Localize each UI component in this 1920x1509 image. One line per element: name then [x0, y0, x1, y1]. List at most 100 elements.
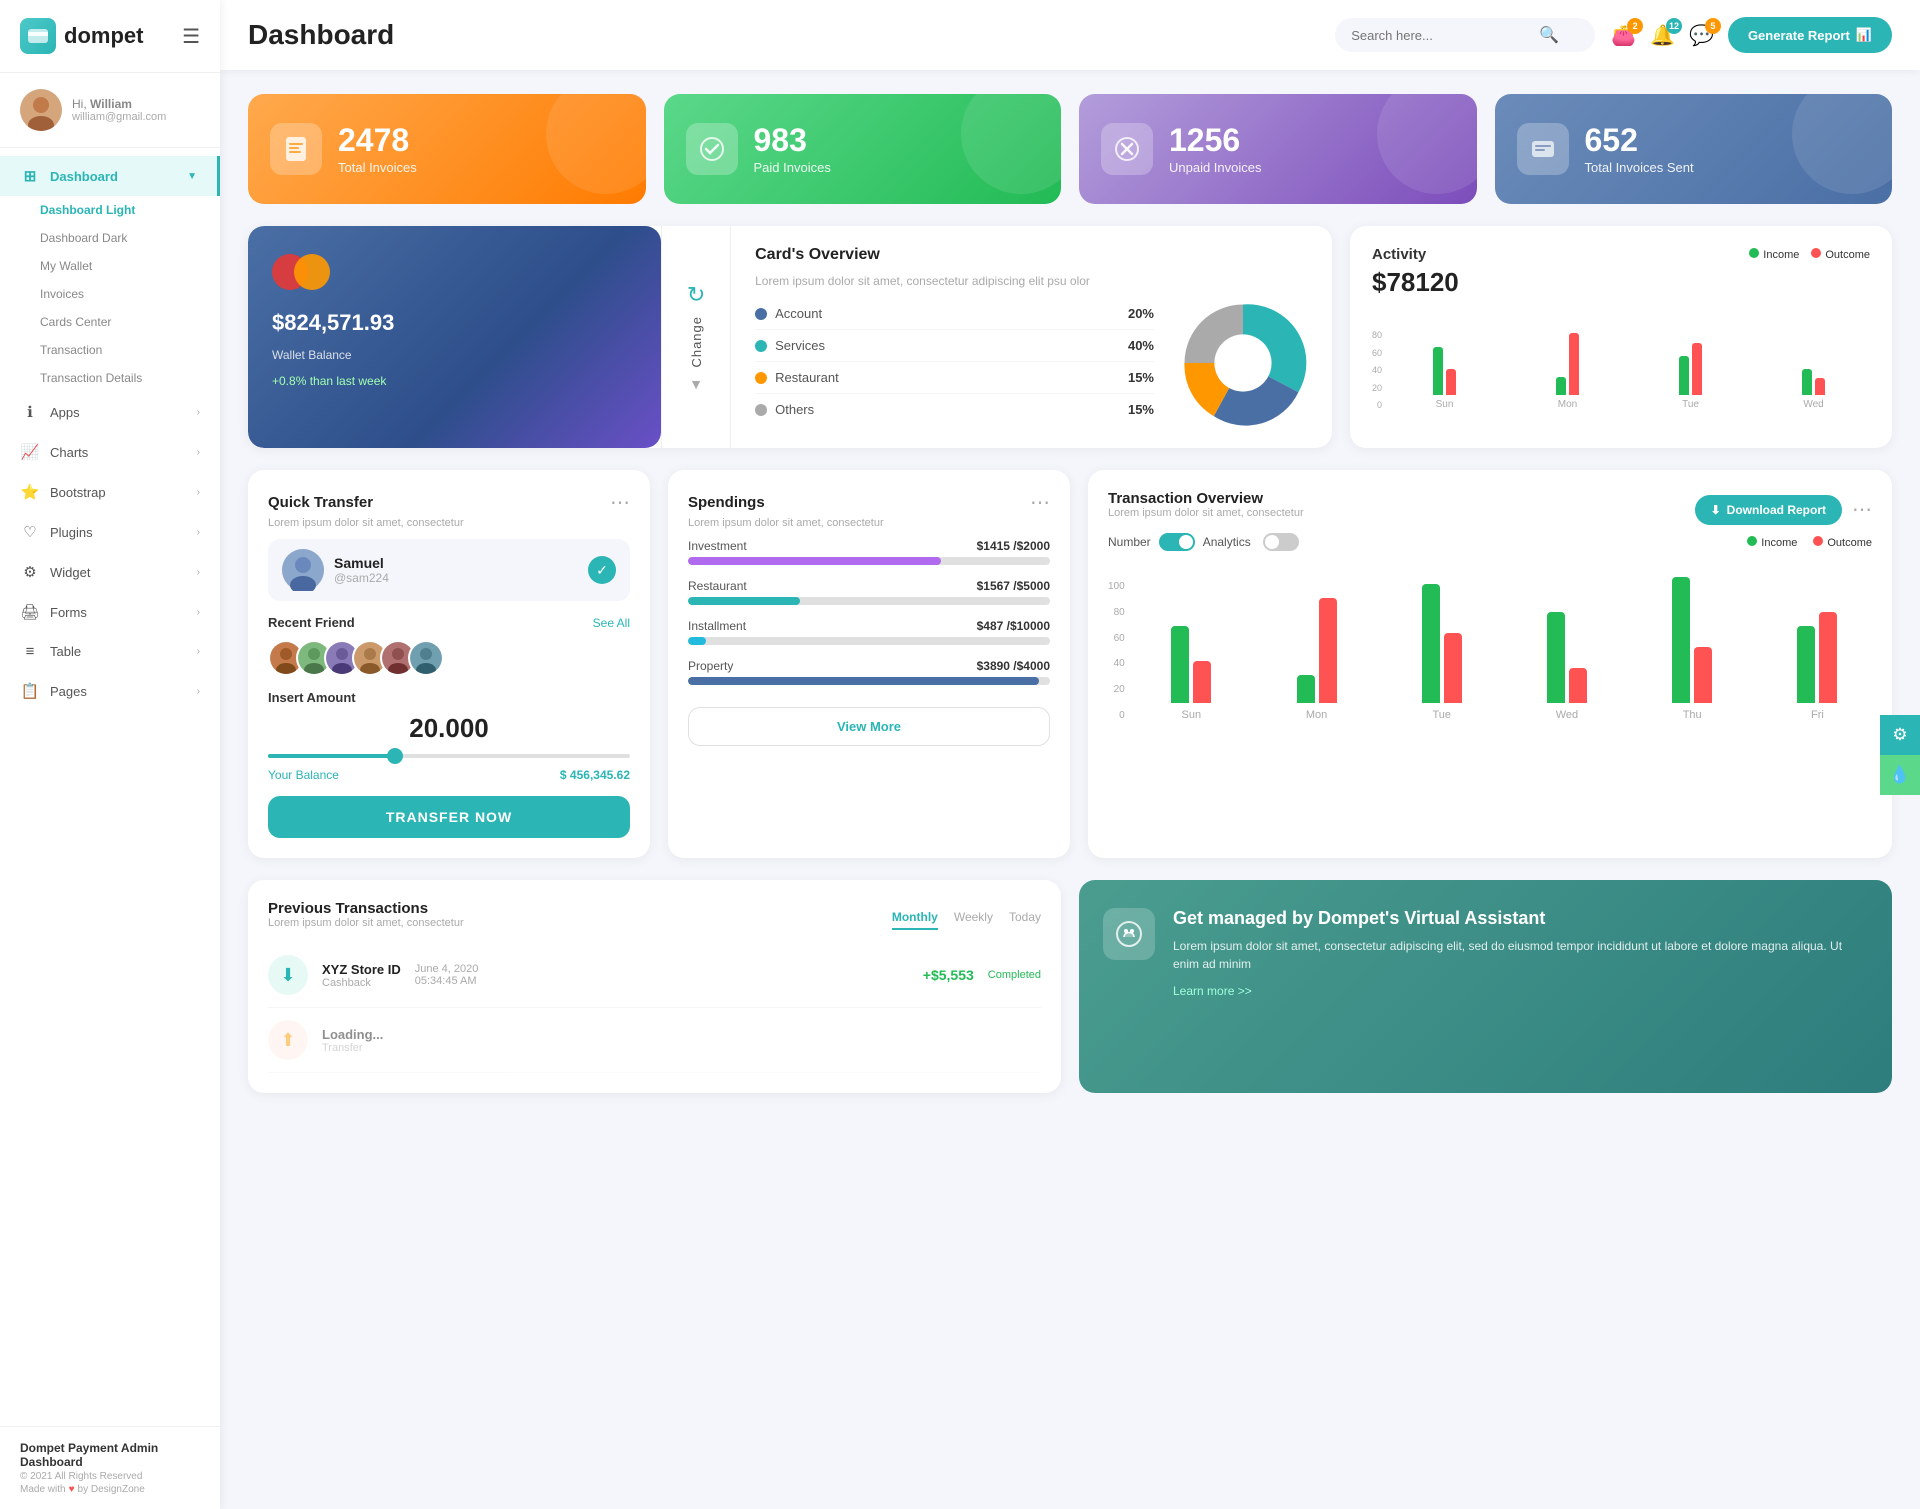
tab-monthly[interactable]: Monthly	[892, 910, 938, 930]
stat-card-paid-invoices: 983 Paid Invoices	[664, 94, 1062, 204]
bar-label: Mon	[1306, 709, 1327, 721]
number-toggle[interactable]	[1159, 533, 1195, 551]
balance-amount: $ 456,345.62	[560, 768, 630, 782]
prev-tx-title-area: Previous Transactions Lorem ipsum dolor …	[268, 900, 464, 939]
sidebar-item-table[interactable]: ≡ Table ›	[0, 632, 220, 671]
bar-label: Tue	[1682, 399, 1699, 410]
view-more-button[interactable]: View More	[688, 707, 1050, 746]
activity-bar-chart: 806040200 Sun	[1372, 310, 1870, 410]
table-icon: ≡	[20, 643, 40, 660]
search-input[interactable]	[1351, 28, 1531, 43]
dots-menu-icon[interactable]: ⋯	[610, 490, 630, 515]
spending-row: Investment $1415 /$2000	[688, 539, 1050, 553]
charts-icon: 📈	[20, 443, 40, 461]
hamburger-icon[interactable]: ☰	[182, 24, 200, 49]
bar-outcome	[1569, 668, 1587, 703]
dots-menu-icon[interactable]: ⋯	[1030, 490, 1050, 515]
sidebar-item-cards-center[interactable]: Cards Center	[40, 308, 220, 336]
transfer-now-button[interactable]: TRANSFER NOW	[268, 796, 630, 838]
spend-fill	[688, 637, 706, 645]
tx-legend: Income Outcome	[1747, 536, 1872, 549]
stat-card-info: 983 Paid Invoices	[754, 124, 831, 175]
total-invoices-icon	[270, 123, 322, 175]
sidebar-item-label: Forms	[50, 605, 187, 620]
spendings-desc: Lorem ipsum dolor sit amet, consectetur	[688, 517, 1050, 529]
tx-name: XYZ Store ID	[322, 962, 401, 977]
stat-card-total-invoices: 2478 Total Invoices	[248, 94, 646, 204]
bar-group-sun: Sun	[1137, 573, 1246, 721]
change-button[interactable]: ↻ Change ▼	[661, 226, 731, 448]
search-box[interactable]: 🔍	[1335, 18, 1595, 52]
sidebar-item-charts[interactable]: 📈 Charts ›	[0, 432, 220, 472]
sidebar-item-transaction[interactable]: Transaction	[40, 336, 220, 364]
download-icon: ⬇	[1711, 503, 1721, 517]
sidebar-item-invoices[interactable]: Invoices	[40, 280, 220, 308]
sidebar-item-label: Table	[50, 644, 187, 659]
sidebar-item-label: Apps	[50, 405, 187, 420]
sidebar-item-bootstrap[interactable]: ⭐ Bootstrap ›	[0, 472, 220, 512]
spending-property: Property $3890 /$4000	[688, 659, 1050, 685]
sidebar-item-label: Dashboard	[50, 169, 177, 184]
analytics-label: Analytics	[1203, 535, 1251, 549]
va-learn-more-link[interactable]: Learn more >>	[1173, 984, 1252, 998]
sidebar-item-my-wallet[interactable]: My Wallet	[40, 252, 220, 280]
main-content: Dashboard 🔍 👛 2 🔔 12 💬 5 Generate Report…	[220, 0, 1920, 1509]
chevron-down-icon: ▼	[689, 376, 703, 392]
sidebar-item-dashboard-dark[interactable]: Dashboard Dark	[40, 224, 220, 252]
income-dot	[1749, 248, 1759, 258]
tab-weekly[interactable]: Weekly	[954, 910, 993, 930]
sidebar-item-apps[interactable]: ℹ Apps ›	[0, 392, 220, 432]
chat-notification[interactable]: 💬 5	[1689, 23, 1714, 48]
recent-friend-section: Recent Friend See All	[268, 615, 630, 630]
see-all-link[interactable]: See All	[593, 616, 630, 630]
theme-toolbar-button[interactable]: 💧	[1880, 755, 1920, 795]
bar-group-mon: Mon	[1511, 325, 1624, 410]
chevron-right-icon: ›	[197, 567, 200, 578]
spending-restaurant: Restaurant $1567 /$5000	[688, 579, 1050, 605]
sidebar-item-forms[interactable]: 🖨 Forms ›	[0, 592, 220, 632]
spending-row: Restaurant $1567 /$5000	[688, 579, 1050, 593]
sidebar-item-plugins[interactable]: ♡ Plugins ›	[0, 512, 220, 552]
sidebar-logo-area: dompet ☰	[0, 0, 220, 73]
footer-made: Made with ♥ by DesignZone	[20, 1484, 200, 1495]
refresh-icon: ↻	[687, 282, 705, 308]
sidebar-item-transaction-details[interactable]: Transaction Details	[40, 364, 220, 392]
stat-card-info: 1256 Unpaid Invoices	[1169, 124, 1262, 175]
wallet-badge: 2	[1627, 18, 1643, 34]
download-report-button[interactable]: ⬇ Download Report	[1695, 495, 1842, 525]
stat-card-info: 652 Total Invoices Sent	[1585, 124, 1694, 175]
analytics-toggle[interactable]	[1263, 533, 1299, 551]
stat-card-total-sent: 652 Total Invoices Sent	[1495, 94, 1893, 204]
number-label: Number	[1108, 535, 1151, 549]
wallet-balance-amount: $824,571.93	[272, 310, 637, 336]
bar-label: Thu	[1683, 709, 1702, 721]
tx-controls: ⬇ Download Report ⋯	[1695, 495, 1872, 525]
wallet-notification[interactable]: 👛 2	[1611, 23, 1636, 48]
dots-menu-icon[interactable]: ⋯	[1852, 497, 1872, 522]
bar-outcome	[1819, 612, 1837, 703]
bar-outcome	[1569, 333, 1579, 395]
user-profile-area: Hi, William william@gmail.com	[0, 73, 220, 148]
spend-bar	[688, 677, 1050, 685]
tab-today[interactable]: Today	[1009, 910, 1041, 930]
apps-icon: ℹ	[20, 403, 40, 421]
settings-toolbar-button[interactable]: ⚙	[1880, 715, 1920, 755]
sidebar-item-pages[interactable]: 📋 Pages ›	[0, 671, 220, 711]
restaurant-label: Restaurant	[775, 370, 1120, 385]
dashboard-sub-nav: Dashboard Light Dashboard Dark My Wallet…	[0, 196, 220, 392]
bar-groups-big: Sun Mon	[1137, 581, 1872, 721]
bar-outcome	[1193, 661, 1211, 703]
bar-outcome	[1815, 378, 1825, 395]
sidebar-item-dashboard[interactable]: ⊞ Dashboard ▼	[0, 156, 220, 196]
search-icon: 🔍	[1539, 25, 1559, 45]
bell-notification[interactable]: 🔔 12	[1650, 23, 1675, 48]
spend-amount: $1567 /$5000	[977, 579, 1050, 593]
sidebar-item-dashboard-light[interactable]: Dashboard Light	[40, 196, 220, 224]
slider-thumb[interactable]	[387, 748, 403, 764]
sidebar-item-widget[interactable]: ⚙ Widget ›	[0, 552, 220, 592]
mastercard-logo	[272, 254, 637, 290]
spending-installment: Installment $487 /$10000	[688, 619, 1050, 645]
generate-report-button[interactable]: Generate Report 📊	[1728, 17, 1892, 53]
others-label: Others	[775, 402, 1120, 417]
amount-slider[interactable]	[268, 754, 630, 758]
